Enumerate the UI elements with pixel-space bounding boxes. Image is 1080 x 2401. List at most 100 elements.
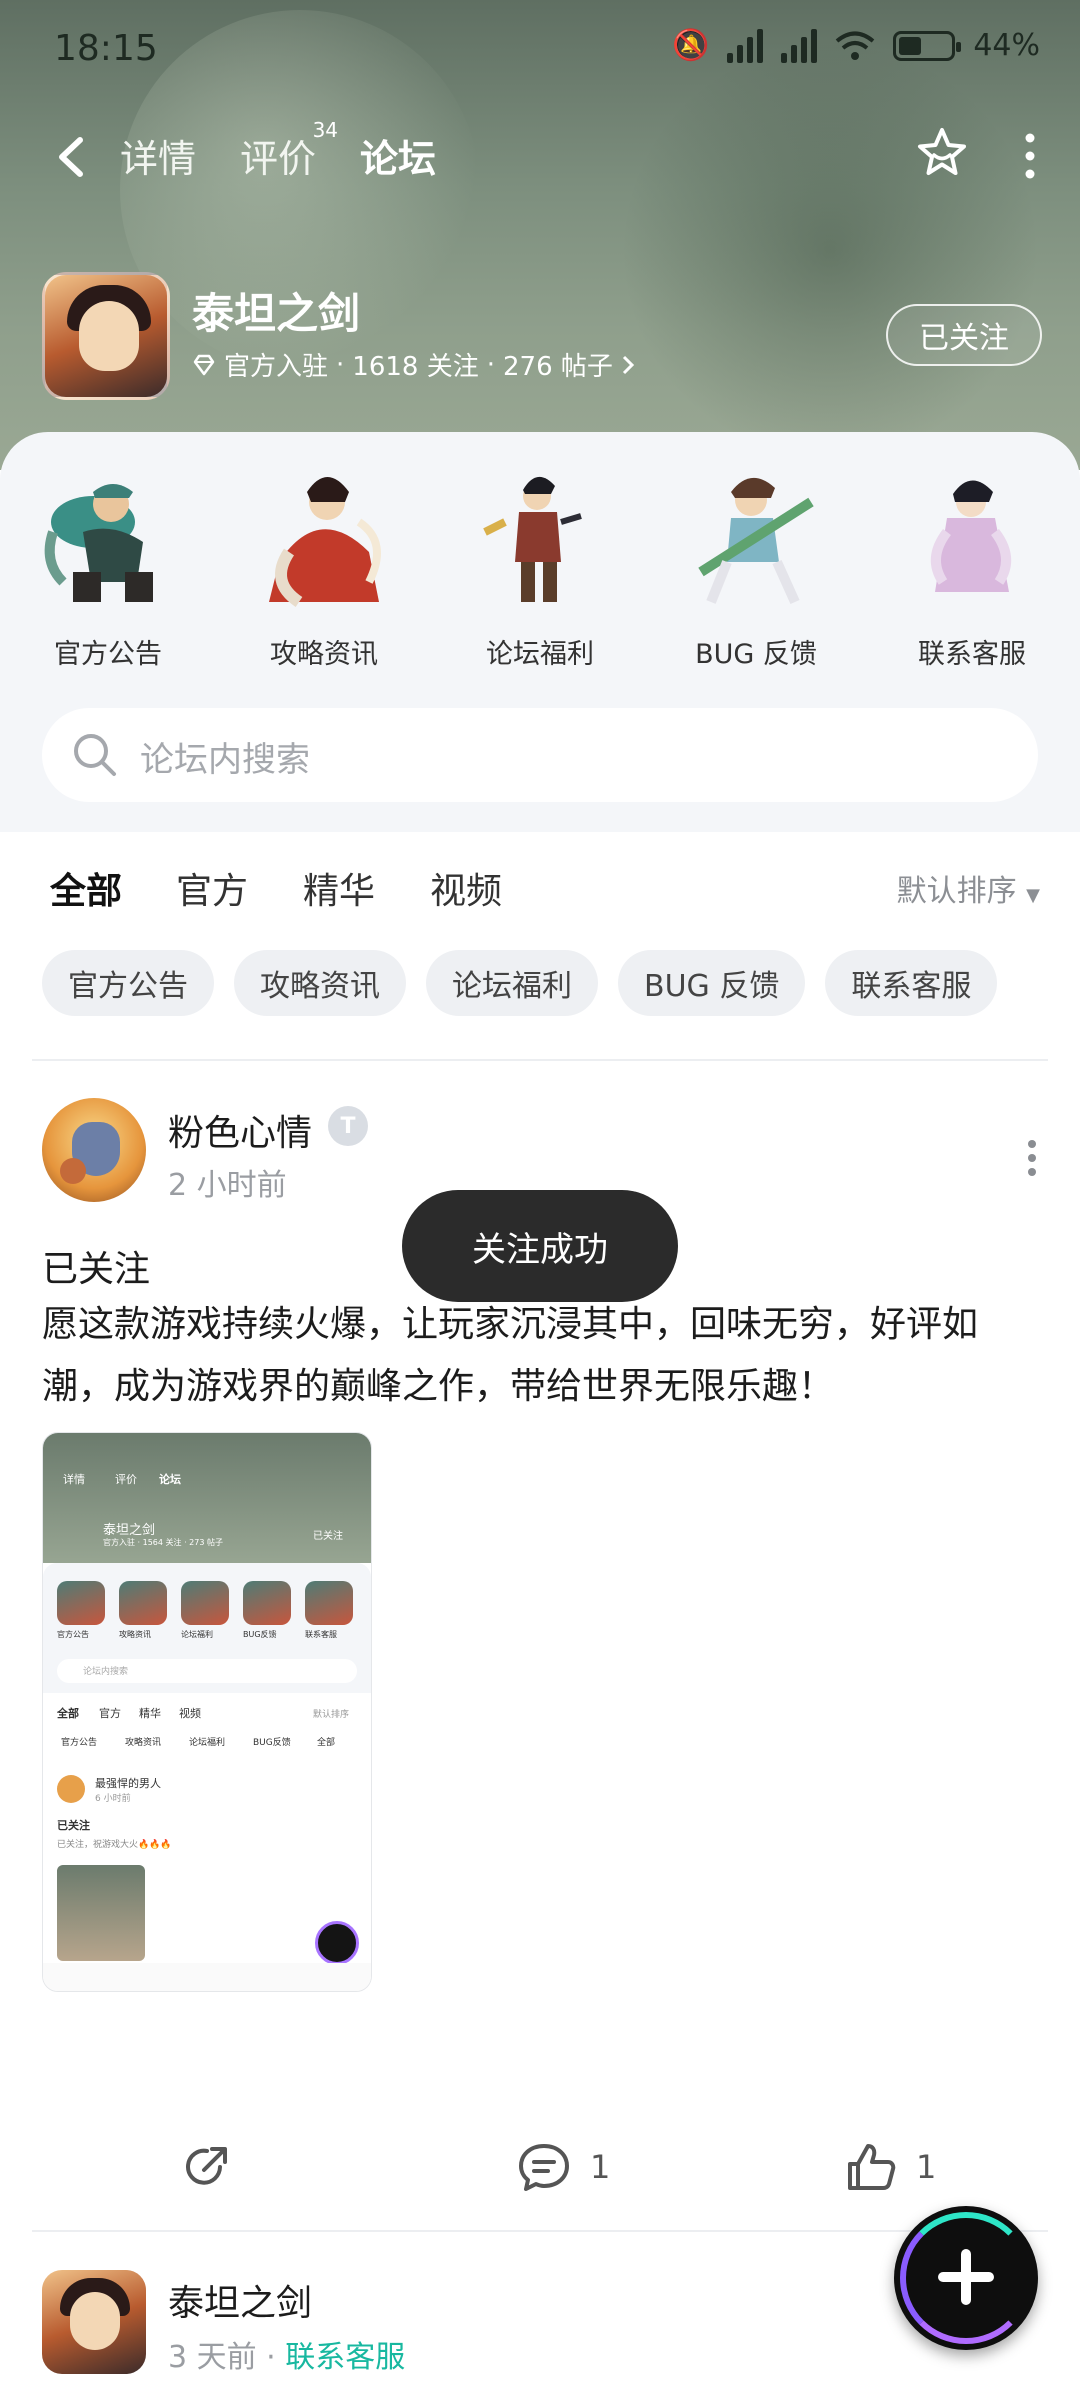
character-illustration bbox=[698, 477, 814, 605]
filter-tab-featured[interactable]: 精华 bbox=[303, 862, 375, 914]
meta-separator: · bbox=[266, 2340, 276, 2375]
user-level-badge: T bbox=[328, 1106, 368, 1146]
battery-percent: 44% bbox=[973, 28, 1040, 63]
category-label: 论坛福利 bbox=[486, 639, 594, 670]
comment-count: 1 bbox=[590, 2148, 611, 2186]
share-button[interactable] bbox=[180, 2140, 234, 2194]
comment-icon bbox=[519, 2144, 569, 2191]
wifi-icon bbox=[836, 31, 875, 60]
post-actions: 1 1 bbox=[0, 2132, 1080, 2222]
thumbs-up-icon bbox=[848, 2144, 896, 2190]
game-info: 泰坦之剑 官方入驻 · 1618 关注 · 276 帖子 已关注 bbox=[42, 272, 1042, 402]
category-label: 联系客服 bbox=[918, 639, 1026, 670]
post-category-link[interactable]: 联系客服 bbox=[285, 2340, 405, 2375]
status-icons: 🔕 44% bbox=[672, 28, 1040, 63]
reviews-count: 34 bbox=[312, 118, 339, 142]
like-button[interactable]: 1 bbox=[844, 2140, 936, 2194]
divider bbox=[32, 1059, 1048, 1061]
category-official-notice[interactable]: 官方公告 bbox=[0, 462, 216, 671]
comment-button[interactable]: 1 bbox=[516, 2140, 610, 2194]
avatar[interactable] bbox=[42, 2270, 146, 2374]
post-meta: 3 天前 · 联系客服 bbox=[168, 2332, 405, 2376]
thumb-filter: 视频 bbox=[179, 1707, 201, 1720]
thumb-category: 官方公告 bbox=[57, 1630, 89, 1639]
share-icon bbox=[186, 2147, 227, 2185]
post-author[interactable]: 粉色心情 bbox=[168, 1104, 312, 1156]
more-menu-icon[interactable] bbox=[1020, 128, 1040, 184]
caret-down-icon: ▼ bbox=[1026, 885, 1040, 906]
thumb-category: 联系客服 bbox=[305, 1630, 337, 1639]
tab-reviews-label: 评价 bbox=[240, 137, 317, 181]
toast-message: 关注成功 bbox=[402, 1190, 678, 1302]
status-bar: 18:15 🔕 44% bbox=[0, 0, 1080, 100]
category-welfare[interactable]: 论坛福利 bbox=[432, 462, 648, 671]
top-nav: 详情 评价 34 论坛 bbox=[0, 110, 1080, 200]
thumb-search: 论坛内搜索 bbox=[83, 1667, 129, 1677]
signal-icon bbox=[781, 28, 818, 63]
thumb-filter: 官方 bbox=[99, 1707, 121, 1720]
game-name: 泰坦之剑 bbox=[192, 289, 361, 338]
follow-count: 1618 关注 bbox=[352, 352, 479, 382]
post-time: 3 天前 bbox=[168, 2340, 257, 2375]
sort-label: 默认排序 bbox=[896, 874, 1017, 909]
thumb-nav-tab: 详情 bbox=[63, 1473, 85, 1486]
search-placeholder: 论坛内搜索 bbox=[140, 740, 310, 780]
diamond-icon bbox=[193, 354, 215, 375]
avatar[interactable] bbox=[42, 1098, 146, 1202]
chip-guides[interactable]: 攻略资讯 bbox=[234, 950, 406, 1016]
post-more-icon[interactable] bbox=[1026, 1138, 1038, 1178]
chip-bug-report[interactable]: BUG 反馈 bbox=[618, 950, 806, 1016]
thumb-chip: 官方公告 bbox=[61, 1738, 98, 1748]
game-icon[interactable] bbox=[42, 272, 170, 400]
filter-tab-all[interactable]: 全部 bbox=[50, 862, 123, 920]
tab-reviews[interactable]: 评价 34 bbox=[240, 118, 338, 193]
chip-official-notice[interactable]: 官方公告 bbox=[42, 950, 214, 1016]
thumb-category: BUG反馈 bbox=[243, 1630, 277, 1639]
followed-button[interactable]: 已关注 bbox=[886, 304, 1042, 366]
create-post-button[interactable] bbox=[894, 2206, 1038, 2350]
chevron-right-icon bbox=[622, 355, 635, 374]
chip-welfare[interactable]: 论坛福利 bbox=[426, 950, 598, 1016]
thumb-chip: 论坛福利 bbox=[189, 1738, 226, 1748]
thumb-author: 最强悍的男人 bbox=[95, 1777, 161, 1790]
category-label: 官方公告 bbox=[54, 639, 162, 670]
thumb-body: 已关注，祝游戏大火🔥🔥🔥 bbox=[57, 1840, 172, 1850]
tab-detail[interactable]: 详情 bbox=[120, 128, 196, 193]
tab-forum[interactable]: 论坛 bbox=[356, 128, 441, 193]
sort-dropdown[interactable]: 默认排序 ▼ bbox=[897, 866, 1040, 910]
forum-search-input[interactable]: 论坛内搜索 bbox=[42, 708, 1038, 802]
post-time: 2 小时前 bbox=[168, 1168, 287, 1203]
category-label: 攻略资讯 bbox=[270, 639, 378, 670]
thumb-nav-tab: 论坛 bbox=[159, 1473, 181, 1486]
thumb-title: 已关注 bbox=[57, 1819, 90, 1832]
subcategory-chips: 官方公告 攻略资讯 论坛福利 BUG 反馈 联系客服 bbox=[42, 950, 998, 1016]
filter-tabs: 全部 官方 精华 视频 默认排序 ▼ bbox=[0, 840, 1080, 940]
filter-tab-official[interactable]: 官方 bbox=[176, 862, 248, 914]
thumb-chip: 全部 bbox=[317, 1738, 336, 1748]
thumb-category: 攻略资讯 bbox=[119, 1630, 151, 1639]
thumb-nav-tab: 评价 bbox=[115, 1473, 137, 1486]
character-illustration bbox=[269, 477, 381, 607]
game-header-banner: 18:15 🔕 44% 详情 评价 34 论坛 泰坦之剑 官方入驻 · 1618 … bbox=[0, 0, 1080, 470]
thumb-follow: 已关注 bbox=[313, 1531, 343, 1542]
thumb-game-meta: 官方入驻 · 1564 关注 · 273 帖子 bbox=[103, 1538, 223, 1547]
post-author[interactable]: 泰坦之剑 bbox=[168, 2274, 312, 2326]
category-shortcuts: 官方公告 攻略资讯 论坛福利 BUG 反馈 联系客服 bbox=[0, 462, 1080, 671]
nav-tabs: 详情 评价 34 论坛 bbox=[120, 118, 441, 193]
thumb-game-name: 泰坦之剑 bbox=[103, 1523, 156, 1538]
chip-customer-service[interactable]: 联系客服 bbox=[825, 950, 998, 1016]
game-stats[interactable]: 官方入驻 · 1618 关注 · 276 帖子 bbox=[192, 346, 635, 383]
character-illustration bbox=[931, 480, 1011, 592]
category-bug-report[interactable]: BUG 反馈 bbox=[648, 462, 864, 671]
post-image[interactable]: 详情 评价 论坛 泰坦之剑 官方入驻 · 1564 关注 · 273 帖子 已关… bbox=[42, 1432, 372, 1992]
thumb-sort: 默认排序 bbox=[313, 1710, 350, 1720]
category-customer-service[interactable]: 联系客服 bbox=[864, 462, 1080, 671]
post-body: 愿这款游戏持续火爆，让玩家沉浸其中，回味无穷，好评如潮，成为游戏界的巅峰之作，带… bbox=[42, 1304, 979, 1407]
favorite-star-icon[interactable] bbox=[912, 124, 972, 184]
mute-icon: 🔕 bbox=[671, 28, 710, 63]
back-icon[interactable] bbox=[52, 132, 92, 182]
thumb-chip: 攻略资讯 bbox=[125, 1738, 162, 1748]
category-guides[interactable]: 攻略资讯 bbox=[216, 462, 432, 671]
forum-panel: 官方公告 攻略资讯 论坛福利 BUG 反馈 联系客服 论坛内搜索 bbox=[0, 432, 1080, 832]
filter-tab-video[interactable]: 视频 bbox=[430, 862, 502, 914]
